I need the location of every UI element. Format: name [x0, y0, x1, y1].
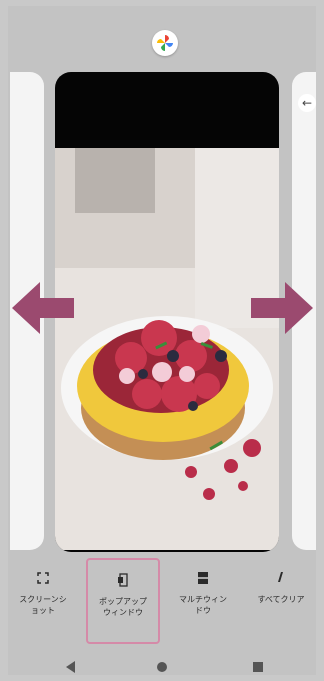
swipe-right-arrow-icon: [251, 282, 313, 334]
back-arrow-icon: ←: [298, 94, 316, 112]
popup-window-label: ポップアップ ウィンドウ: [99, 597, 147, 617]
tart-photo: [55, 148, 279, 550]
clear-all-icon: [278, 572, 283, 582]
navigation-bar: [0, 654, 324, 681]
clear-all-button[interactable]: すべてクリア: [244, 558, 318, 644]
pinwheel-icon: [157, 35, 173, 51]
clear-all-label: すべてクリア: [257, 595, 305, 604]
screenshot-icon: [37, 572, 49, 584]
popup-window-button[interactable]: ポップアップ ウィンドウ: [86, 558, 160, 644]
back-icon[interactable]: [65, 661, 77, 673]
screenshot-button[interactable]: スクリーンシ ョット: [6, 558, 80, 644]
recents-icon[interactable]: [252, 661, 264, 673]
google-photos-app-icon[interactable]: [152, 30, 178, 56]
screenshot-label: スクリーンシ ョット: [19, 595, 67, 615]
swipe-left-arrow-icon: [12, 282, 74, 334]
multi-window-label: マルチウィン ドウ: [179, 595, 227, 615]
multi-window-icon: [198, 572, 208, 584]
multi-window-button[interactable]: マルチウィン ドウ: [166, 558, 240, 644]
popup-window-icon: [118, 573, 128, 587]
recents-actions-bar: スクリーンシ ョット ポップアップ ウィンドウ マルチウィン ドウ すべてクリア: [0, 550, 324, 650]
home-icon[interactable]: [156, 661, 168, 673]
app-preview-card[interactable]: [55, 72, 279, 552]
